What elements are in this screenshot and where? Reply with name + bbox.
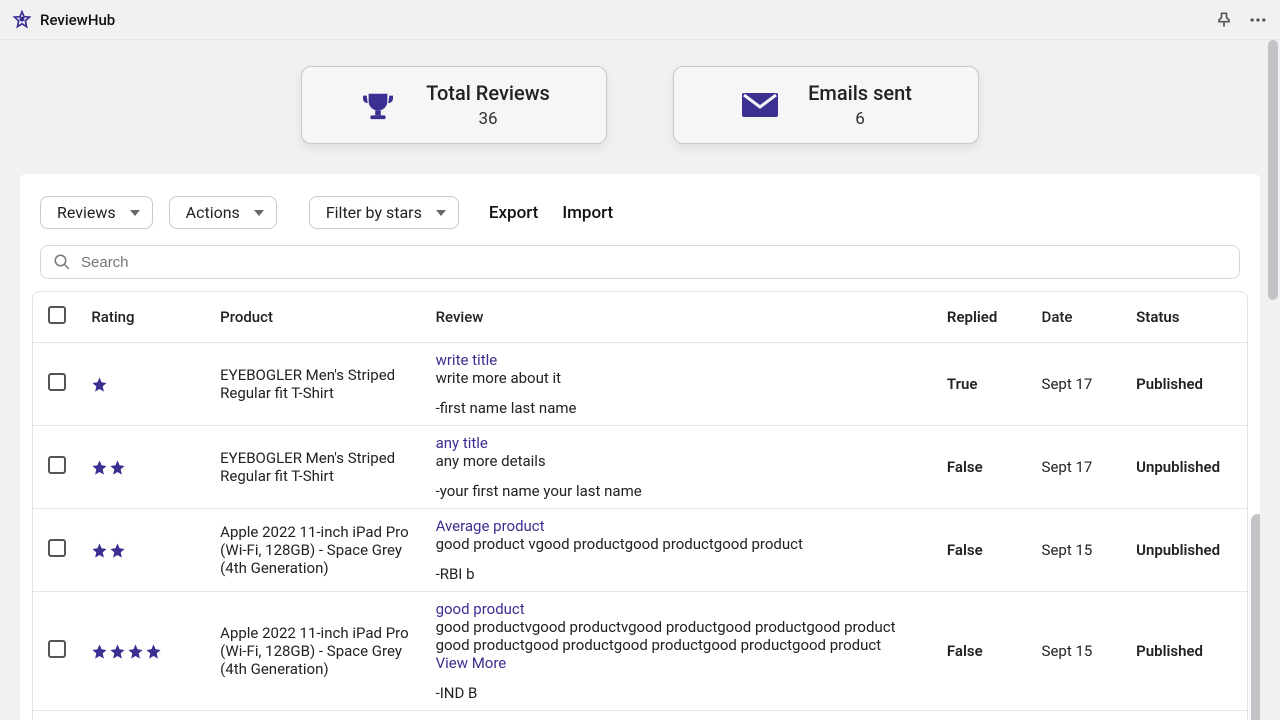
rating-stars — [91, 376, 200, 393]
review-author: -RBI b — [436, 565, 927, 583]
actions-dropdown[interactable]: Actions — [169, 196, 277, 229]
replied-value: False — [937, 426, 1032, 509]
review-body: good product vgood productgood productgo… — [436, 535, 927, 553]
brand-name: ReviewHub — [40, 11, 115, 29]
review-author: -your first name your last name — [436, 482, 927, 500]
table-row: Apple 2022 11-inch iPad Pro (Wi-Fi, 128G… — [33, 711, 1247, 720]
search-icon — [53, 253, 71, 271]
select-all-checkbox[interactable] — [48, 306, 66, 324]
stat-value: 36 — [426, 109, 550, 129]
status-value: Unpublished — [1126, 509, 1247, 592]
star-icon — [127, 643, 144, 660]
col-replied: Replied — [937, 292, 1032, 343]
review-author: -IND B — [436, 684, 927, 702]
search-input[interactable] — [81, 254, 1227, 271]
star-icon — [109, 542, 126, 559]
mail-icon — [740, 90, 780, 120]
toolbar: Reviews Actions Filter by stars Export I… — [20, 196, 1260, 245]
review-title[interactable]: Average product — [436, 517, 927, 535]
scrollbar-thumb[interactable] — [1251, 514, 1260, 720]
chevron-down-icon — [436, 210, 446, 216]
replied-value: True — [937, 711, 1032, 720]
replied-value: False — [937, 509, 1032, 592]
table-row: EYEBOGLER Men's Striped Regular fit T-Sh… — [33, 343, 1247, 426]
pin-icon[interactable] — [1214, 10, 1234, 30]
replied-value: False — [937, 592, 1032, 711]
date-value: Sept 15 — [1032, 711, 1127, 720]
actions-dropdown-label: Actions — [186, 203, 240, 222]
star-icon — [109, 643, 126, 660]
import-button[interactable]: Import — [558, 199, 617, 227]
reviews-dropdown[interactable]: Reviews — [40, 196, 153, 229]
stat-title: Total Reviews — [426, 81, 550, 105]
row-checkbox[interactable] — [48, 373, 66, 391]
date-value: Sept 17 — [1032, 426, 1127, 509]
star-icon — [91, 643, 108, 660]
review-body: write more about it — [436, 369, 927, 387]
chevron-down-icon — [254, 210, 264, 216]
reviews-dropdown-label: Reviews — [57, 203, 116, 222]
date-value: Sept 15 — [1032, 509, 1127, 592]
product-name: Apple 2022 11-inch iPad Pro (Wi-Fi, 128G… — [210, 509, 425, 592]
page-scrollbar[interactable] — [1266, 40, 1280, 720]
rating-stars — [91, 459, 200, 476]
replied-value: True — [937, 343, 1032, 426]
row-checkbox[interactable] — [48, 539, 66, 557]
review-title[interactable]: write title — [436, 351, 927, 369]
date-value: Sept 15 — [1032, 592, 1127, 711]
trophy-icon — [358, 90, 398, 120]
col-date: Date — [1032, 292, 1127, 343]
topbar: ReviewHub — [0, 0, 1280, 40]
review-title[interactable]: any title — [436, 434, 927, 452]
date-value: Sept 17 — [1032, 343, 1127, 426]
star-icon — [109, 459, 126, 476]
table-row: Apple 2022 11-inch iPad Pro (Wi-Fi, 128G… — [33, 509, 1247, 592]
review-body: any more details — [436, 452, 927, 470]
more-icon[interactable] — [1248, 10, 1268, 30]
status-value: Published — [1126, 343, 1247, 426]
chevron-down-icon — [130, 210, 140, 216]
col-rating: Rating — [81, 292, 210, 343]
star-icon — [91, 376, 108, 393]
status-value: Unpublished — [1126, 426, 1247, 509]
col-status: Status — [1126, 292, 1247, 343]
stat-title: Emails sent — [808, 81, 912, 105]
review-body: good productvgood productvgood productgo… — [436, 618, 927, 654]
review-title[interactable]: good product — [436, 600, 927, 618]
stat-value: 6 — [808, 109, 912, 129]
scrollbar-thumb[interactable] — [1268, 40, 1278, 300]
view-more-link[interactable]: View More — [436, 654, 927, 672]
stat-total-reviews: Total Reviews 36 — [301, 66, 607, 144]
col-product: Product — [210, 292, 425, 343]
product-name: Apple 2022 11-inch iPad Pro (Wi-Fi, 128G… — [210, 711, 425, 720]
export-button[interactable]: Export — [485, 199, 542, 227]
rating-stars — [91, 542, 200, 559]
star-icon — [91, 542, 108, 559]
stat-emails-sent: Emails sent 6 — [673, 66, 979, 144]
content-panel: Reviews Actions Filter by stars Export I… — [20, 174, 1260, 720]
product-name: EYEBOGLER Men's Striped Regular fit T-Sh… — [210, 426, 425, 509]
table-row: EYEBOGLER Men's Striped Regular fit T-Sh… — [33, 426, 1247, 509]
table-scrollbar[interactable] — [1251, 514, 1260, 720]
filter-stars-dropdown[interactable]: Filter by stars — [309, 196, 459, 229]
status-value: Published — [1126, 711, 1247, 720]
reviews-table: Rating Product Review Replied Date Statu… — [32, 291, 1248, 720]
product-name: Apple 2022 11-inch iPad Pro (Wi-Fi, 128G… — [210, 592, 425, 711]
status-value: Published — [1126, 592, 1247, 711]
star-icon — [145, 643, 162, 660]
star-badge-icon — [12, 10, 32, 30]
rating-stars — [91, 643, 200, 660]
search-box[interactable] — [40, 245, 1240, 279]
stats-row: Total Reviews 36 Emails sent 6 — [0, 40, 1280, 174]
table-row: Apple 2022 11-inch iPad Pro (Wi-Fi, 128G… — [33, 592, 1247, 711]
star-icon — [91, 459, 108, 476]
row-checkbox[interactable] — [48, 640, 66, 658]
filter-stars-label: Filter by stars — [326, 203, 422, 222]
review-author: -first name last name — [436, 399, 927, 417]
row-checkbox[interactable] — [48, 456, 66, 474]
product-name: EYEBOGLER Men's Striped Regular fit T-Sh… — [210, 343, 425, 426]
col-review: Review — [426, 292, 937, 343]
